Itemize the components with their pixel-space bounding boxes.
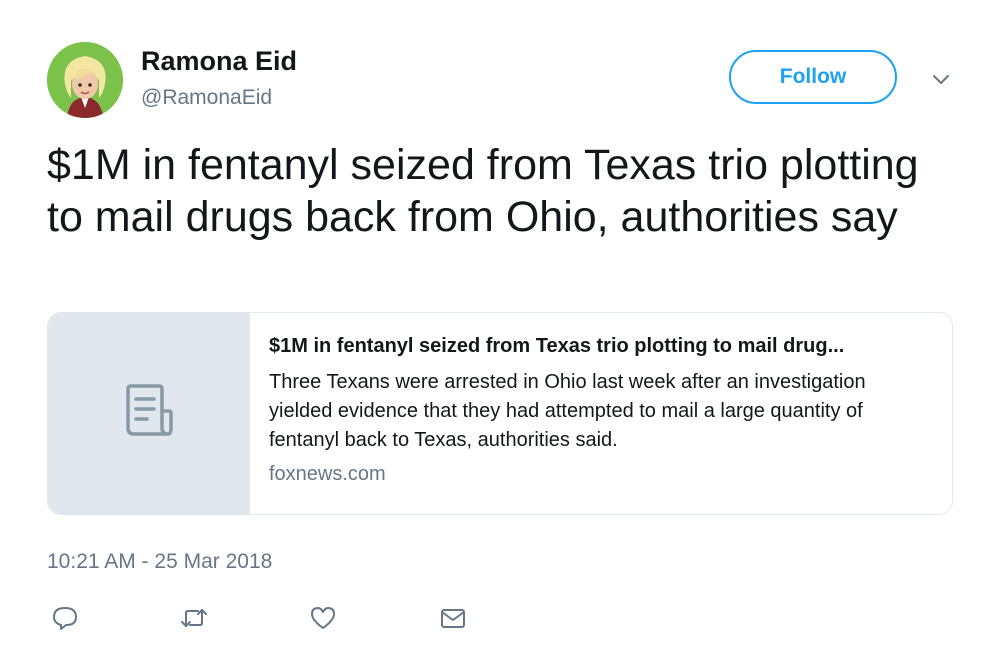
- direct-message-icon[interactable]: [438, 603, 468, 633]
- avatar-image: [47, 42, 123, 118]
- document-icon: [119, 381, 179, 446]
- follow-button[interactable]: Follow: [729, 50, 897, 104]
- chevron-down-icon[interactable]: [928, 66, 954, 92]
- retweet-icon[interactable]: [179, 603, 209, 633]
- display-name[interactable]: Ramona Eid: [141, 46, 297, 77]
- tweet-timestamp[interactable]: 10:21 AM - 25 Mar 2018: [47, 550, 272, 574]
- tweet-text: $1M in fentanyl seized from Texas trio p…: [47, 141, 919, 241]
- avatar[interactable]: [47, 42, 123, 118]
- user-handle[interactable]: @RamonaEid: [141, 86, 272, 110]
- card-description: Three Texans were arrested in Ohio last …: [269, 371, 866, 451]
- reply-icon[interactable]: [50, 603, 80, 633]
- card-domain: foxnews.com: [269, 463, 386, 485]
- card-body: $1M in fentanyl seized from Texas trio p…: [250, 313, 952, 514]
- link-card[interactable]: $1M in fentanyl seized from Texas trio p…: [47, 312, 953, 515]
- card-thumbnail: [48, 313, 250, 514]
- card-title[interactable]: $1M in fentanyl seized from Texas trio p…: [269, 333, 952, 359]
- like-icon[interactable]: [308, 603, 338, 633]
